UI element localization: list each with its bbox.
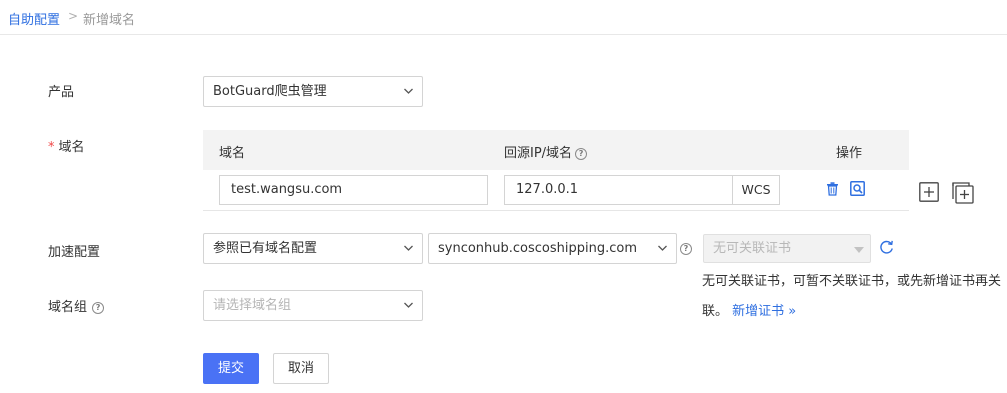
domain-label-text: 域名 (58, 140, 85, 155)
help-icon[interactable]: ? (575, 148, 588, 160)
table-row: test.wangsu.com 127.0.0.1 WCS (203, 170, 909, 211)
chevron-down-icon (403, 77, 414, 117)
cancel-button[interactable]: 取消 (273, 353, 329, 384)
certificate-select[interactable]: 无可关联证书 (703, 234, 871, 263)
help-icon[interactable]: ? (92, 302, 105, 314)
trash-icon[interactable] (826, 182, 839, 200)
certificate-note-line2-text: 联。 (702, 304, 729, 319)
breadcrumb: 自助配置 > 新增域名 (0, 0, 1007, 35)
domain-group-placeholder: 请选择域名组 (213, 298, 292, 313)
domain-input[interactable]: test.wangsu.com (219, 175, 488, 205)
column-header-origin-text: 回源IP/域名 (504, 146, 573, 161)
domain-group-label-text: 域名组 (48, 300, 88, 315)
accel-config-label: 加速配置 (48, 245, 101, 260)
domain-group-label: 域名组? (48, 296, 105, 315)
accel-ref-domain-select[interactable]: synconhub.coscoshipping.com (428, 233, 677, 264)
required-mark: * (48, 140, 55, 155)
certificate-note: 无可关联证书，可暂不关联证书，或先新增证书再关 联。 新增证书 » (702, 267, 1001, 327)
column-header-domain: 域名 (219, 146, 246, 161)
certificate-select-value: 无可关联证书 (713, 241, 792, 256)
caret-down-icon (854, 247, 864, 253)
refresh-icon[interactable] (879, 240, 894, 259)
breadcrumb-current: 新增域名 (83, 13, 136, 28)
submit-button[interactable]: 提交 (203, 353, 259, 384)
chevron-down-icon (403, 234, 414, 274)
domain-group-select[interactable]: 请选择域名组 (203, 290, 423, 321)
certificate-note-line2: 联。 新增证书 » (702, 297, 1001, 327)
chevron-down-icon (657, 234, 668, 274)
copy-row-icon[interactable] (952, 182, 974, 208)
certificate-note-line1: 无可关联证书，可暂不关联证书，或先新增证书再关 (702, 274, 1002, 289)
product-label: 产品 (48, 85, 75, 100)
help-icon[interactable]: ? (680, 241, 692, 256)
product-select-value: BotGuard爬虫管理 (213, 84, 327, 99)
breadcrumb-separator: > (68, 9, 79, 23)
chevron-down-icon (403, 291, 414, 331)
domain-table-header: 域名 回源IP/域名? 操作 (203, 130, 909, 170)
preview-icon[interactable] (850, 181, 865, 200)
column-header-origin: 回源IP/域名? (504, 142, 588, 161)
origin-type-addon[interactable]: WCS (733, 175, 780, 205)
accel-ref-domain-value: synconhub.coscoshipping.com (438, 241, 638, 256)
domain-label: * 域名 (48, 136, 85, 155)
breadcrumb-parent-link[interactable]: 自助配置 (8, 9, 60, 28)
origin-input[interactable]: 127.0.0.1 (504, 175, 733, 205)
accel-mode-value: 参照已有域名配置 (213, 241, 318, 256)
product-select[interactable]: BotGuard爬虫管理 (203, 76, 423, 107)
new-certificate-link[interactable]: 新增证书 » (732, 304, 796, 319)
add-row-icon[interactable] (919, 182, 939, 206)
accel-mode-select[interactable]: 参照已有域名配置 (203, 233, 423, 264)
column-header-actions: 操作 (836, 146, 863, 161)
